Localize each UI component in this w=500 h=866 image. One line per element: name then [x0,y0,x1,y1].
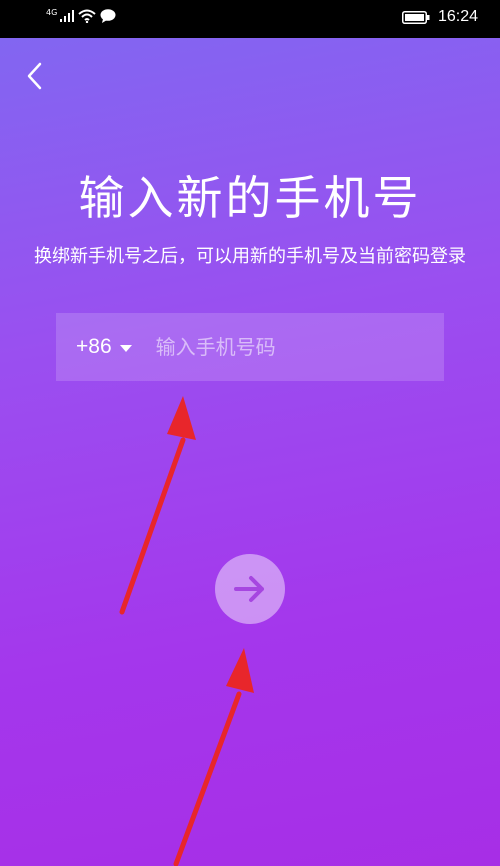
caret-down-icon [119,344,132,352]
chevron-left-icon [27,62,42,90]
status-left-icons: 4G [46,9,116,23]
annotation-arrow-to-input [119,396,196,615]
change-phone-screen: 输入新的手机号 换绑新手机号之后，可以用新的手机号及当前密码登录 +86 [0,38,500,866]
status-right-icons: 16:24 [401,8,478,26]
phone-input-row: +86 [56,313,444,381]
annotation-arrows [119,396,254,866]
phone-number-input[interactable] [153,326,444,368]
battery-icon [401,10,430,24]
next-button[interactable] [215,554,285,624]
status-bar: 4G 16:24 [0,0,500,38]
back-button[interactable] [14,56,54,96]
wifi-icon [78,9,96,23]
annotation-arrow-to-next [173,648,254,866]
country-code-label: +86 [76,335,112,358]
signal-icon [60,10,75,22]
network-type-label: 4G [46,8,58,17]
page-title: 输入新的手机号 [78,171,422,225]
status-time: 16:24 [437,8,478,25]
country-code-selector[interactable]: +86 [76,335,132,359]
message-icon [100,9,116,23]
arrow-right-icon [234,576,264,602]
page-subtitle: 换绑新手机号之后，可以用新的手机号及当前密码登录 [34,246,466,267]
